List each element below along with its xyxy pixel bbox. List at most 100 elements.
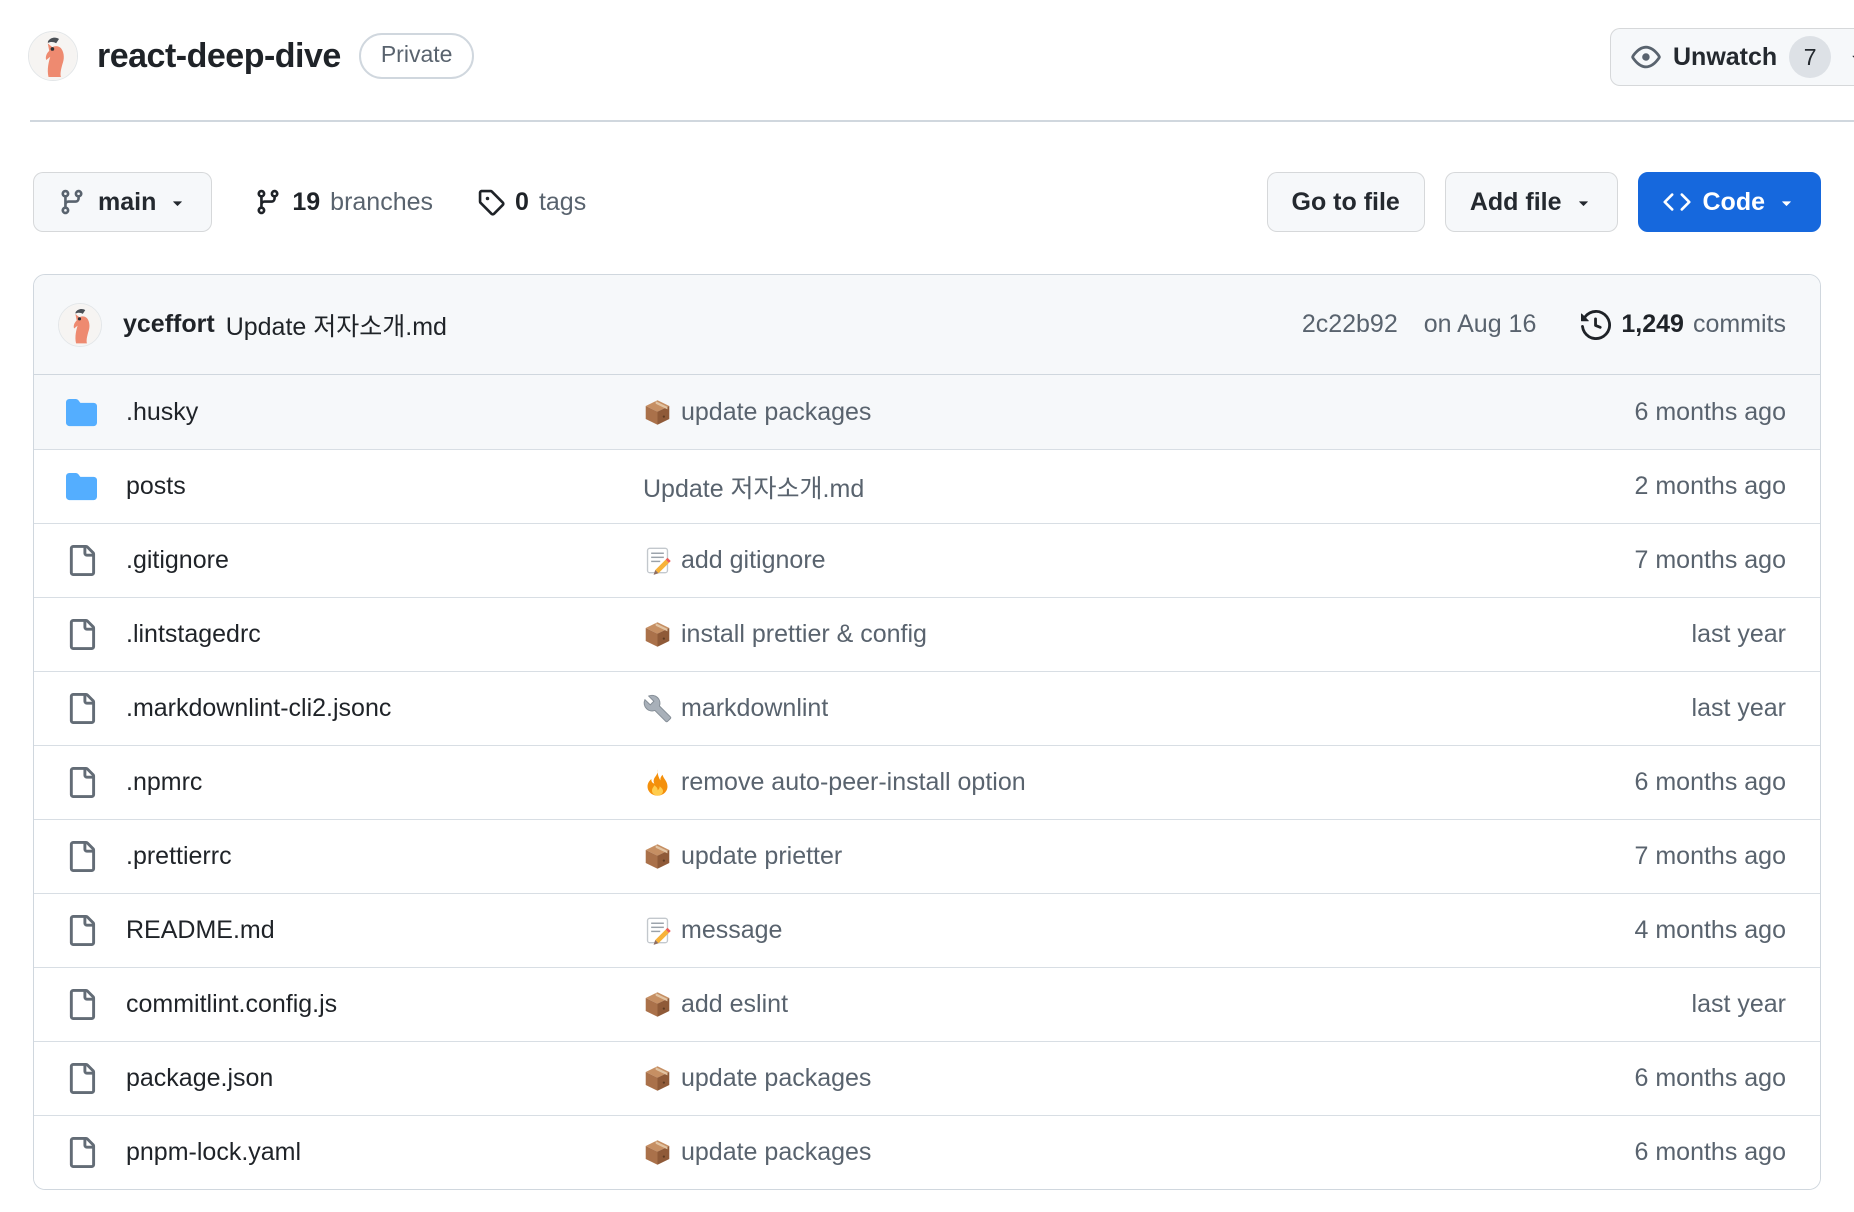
file-name-link[interactable]: .prettierrc — [126, 842, 232, 871]
file-listing-card: yceffort Update 저자소개.md 2c22b92 on Aug 1… — [33, 274, 1821, 1190]
commit-message-cell: update packages — [643, 398, 1615, 427]
commit-age-link[interactable]: 6 months ago — [1635, 1138, 1787, 1167]
file-row: .gitignore add gitignore 7 months ago — [34, 523, 1820, 597]
file-row: .markdownlint-cli2.jsonc markdownlint last… — [34, 671, 1820, 745]
unwatch-button[interactable]: Unwatch 7 — [1610, 28, 1854, 86]
commit-age-link[interactable]: 6 months ago — [1635, 1064, 1787, 1093]
tags-link[interactable]: 0 tags — [477, 188, 586, 217]
commit-message-link[interactable]: install prettier & config — [681, 620, 927, 649]
file-name-link[interactable]: .npmrc — [126, 768, 202, 797]
commit-message-link[interactable]: message — [681, 916, 782, 945]
file-name-cell: .markdownlint-cli2.jsonc — [66, 693, 643, 724]
file-name-link[interactable]: .gitignore — [126, 546, 229, 575]
commit-message-cell: markdownlint — [643, 694, 1672, 723]
commit-age-link[interactable]: last year — [1692, 990, 1786, 1019]
file-icon — [66, 767, 97, 798]
file-row: .husky update packages 6 months ago — [34, 375, 1820, 449]
commit-message-link[interactable]: update packages — [681, 1064, 871, 1093]
package-emoji — [643, 1064, 672, 1093]
chevron-down-icon — [168, 193, 187, 212]
file-row: posts Update 저자소개.md 2 months ago — [34, 449, 1820, 523]
commit-message-link[interactable]: add eslint — [681, 990, 788, 1019]
package-emoji — [643, 990, 672, 1019]
commits-count: 1,249 — [1621, 310, 1684, 339]
commit-author-link[interactable]: yceffort — [123, 310, 215, 339]
branches-link[interactable]: 19 branches — [254, 188, 433, 217]
tags-label: tags — [539, 188, 586, 217]
folder-icon — [66, 471, 97, 502]
package-emoji — [643, 620, 672, 649]
branch-selector-button[interactable]: main — [33, 172, 212, 232]
code-icon — [1663, 188, 1691, 216]
file-name-cell: .prettierrc — [66, 841, 643, 872]
file-icon — [66, 989, 97, 1020]
package-emoji — [643, 842, 672, 871]
visibility-badge: Private — [359, 33, 475, 79]
commit-message-cell: Update 저자소개.md — [643, 469, 1615, 505]
code-button[interactable]: Code — [1638, 172, 1822, 232]
file-name-link[interactable]: posts — [126, 472, 186, 501]
commit-message-link[interactable]: Update 저자소개.md — [643, 469, 864, 505]
file-name-link[interactable]: pnpm-lock.yaml — [126, 1138, 301, 1167]
commit-age-link[interactable]: 6 months ago — [1635, 398, 1787, 427]
add-file-label: Add file — [1470, 188, 1562, 217]
chevron-down-icon — [1777, 193, 1796, 212]
repo-toolbar: main 19 branches 0 tags Go to file Add f… — [33, 172, 1821, 232]
commit-age-link[interactable]: 7 months ago — [1635, 546, 1787, 575]
branches-label: branches — [330, 188, 433, 217]
file-icon — [66, 1137, 97, 1168]
repo-page: react-deep-dive Private Unwatch 7 main 1… — [0, 0, 1854, 1212]
commit-message-link[interactable]: update packages — [681, 1138, 871, 1167]
memo-emoji — [643, 546, 672, 575]
commit-message-link[interactable]: markdownlint — [681, 694, 828, 723]
branches-count: 19 — [292, 188, 320, 217]
commit-history-link[interactable]: 1,249 commits — [1572, 310, 1786, 340]
latest-commit-message-link[interactable]: Update 저자소개.md — [226, 307, 447, 343]
file-row: .prettierrc update prietter 7 months ago — [34, 819, 1820, 893]
unwatch-label: Unwatch — [1673, 43, 1777, 72]
file-row: README.md message 4 months ago — [34, 893, 1820, 967]
commit-age-link[interactable]: last year — [1692, 620, 1786, 649]
package-emoji — [643, 398, 672, 427]
commit-age-link[interactable]: 6 months ago — [1635, 768, 1787, 797]
commit-age-link[interactable]: 4 months ago — [1635, 916, 1787, 945]
file-name-cell: commitlint.config.js — [66, 989, 643, 1020]
repo-header: react-deep-dive Private — [28, 24, 474, 88]
toolbar-actions: Go to file Add file Code — [1267, 172, 1822, 232]
owner-avatar[interactable] — [28, 31, 78, 81]
go-to-file-button[interactable]: Go to file — [1267, 172, 1425, 232]
commit-age-link[interactable]: 7 months ago — [1635, 842, 1787, 871]
file-icon — [66, 841, 97, 872]
commit-age-link[interactable]: 2 months ago — [1635, 472, 1787, 501]
file-name-link[interactable]: .husky — [126, 398, 198, 427]
commit-sha-link[interactable]: 2c22b92 — [1302, 310, 1398, 339]
file-row: pnpm-lock.yaml update packages 6 months ag… — [34, 1115, 1820, 1189]
wrench-emoji — [643, 694, 672, 723]
file-name-link[interactable]: package.json — [126, 1064, 273, 1093]
file-name-link[interactable]: .markdownlint-cli2.jsonc — [126, 694, 391, 723]
commit-message-link[interactable]: update prietter — [681, 842, 842, 871]
file-row: package.json update packages 6 months ago — [34, 1041, 1820, 1115]
file-row: commitlint.config.js add eslint last year — [34, 967, 1820, 1041]
current-branch-label: main — [98, 188, 156, 217]
file-name-link[interactable]: .lintstagedrc — [126, 620, 261, 649]
commit-message-cell: update prietter — [643, 842, 1615, 871]
commit-message-link[interactable]: add gitignore — [681, 546, 826, 575]
history-icon — [1581, 310, 1611, 340]
file-row: .npmrc remove auto-peer-install option 6 m… — [34, 745, 1820, 819]
commit-message-cell: update packages — [643, 1064, 1615, 1093]
commit-message-link[interactable]: update packages — [681, 398, 871, 427]
tag-icon — [477, 188, 505, 216]
tags-count: 0 — [515, 188, 529, 217]
file-name-link[interactable]: commitlint.config.js — [126, 990, 337, 1019]
commit-author-avatar[interactable] — [58, 303, 102, 347]
repo-title[interactable]: react-deep-dive — [97, 37, 341, 76]
commit-message-cell: message — [643, 916, 1615, 945]
file-name-cell: .gitignore — [66, 545, 643, 576]
chevron-down-icon — [1574, 193, 1593, 212]
file-name-link[interactable]: README.md — [126, 916, 275, 945]
commit-age-link[interactable]: last year — [1692, 694, 1786, 723]
memo-emoji — [643, 916, 672, 945]
commit-message-link[interactable]: remove auto-peer-install option — [681, 768, 1026, 797]
add-file-button[interactable]: Add file — [1445, 172, 1618, 232]
